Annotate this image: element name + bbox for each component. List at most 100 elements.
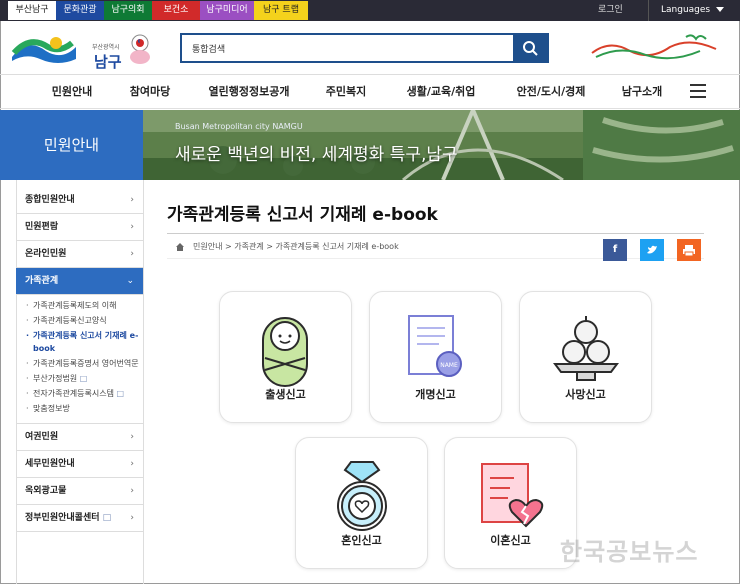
search-button[interactable] xyxy=(513,35,547,61)
top-utility-bar: 부산남구 문화관광 남구의회 보건소 남구미디어 남구 트랩 로그인 Langu… xyxy=(0,0,740,21)
card-birth-report[interactable]: 출생신고 xyxy=(219,291,352,423)
chevron-right-icon: › xyxy=(130,195,134,205)
section-banner: 민원안내 Busan Metropolitan city NAMGU 새로운 백… xyxy=(0,110,740,180)
slogan-logo-icon xyxy=(591,34,717,60)
chevron-right-icon: › xyxy=(130,459,134,469)
gnb-life-education[interactable]: 생활/교육/취업 xyxy=(394,75,488,109)
lnb-item-handbook[interactable]: 민원편람 › xyxy=(16,214,143,241)
mascot-icon xyxy=(130,34,150,64)
gnb-about-namgu[interactable]: 남구소개 xyxy=(612,75,672,109)
external-link-icon: □ xyxy=(79,374,88,383)
lnb-item-family[interactable]: 가족관계 ⌄ xyxy=(16,268,143,295)
lnb-item-call-center[interactable]: 정부민원안내콜센터 □ › xyxy=(16,505,143,532)
lnb-label: 종합민원안내 xyxy=(25,195,75,205)
submenu-item-current[interactable]: 가족관계등록 신고서 기재례 e-book xyxy=(26,329,143,355)
language-label: Languages xyxy=(661,5,711,15)
card-name-change-report[interactable]: NAME 개명신고 xyxy=(369,291,502,423)
card-label: 출생신고 xyxy=(265,388,306,401)
login-link[interactable]: 로그인 xyxy=(598,0,623,21)
lnb-item-general-guide[interactable]: 종합민원안내 › xyxy=(16,187,143,214)
site-header: 부산광역시 남구 통합검색 xyxy=(0,21,740,75)
banner-image: Busan Metropolitan city NAMGU 새로운 백년의 비전… xyxy=(143,110,740,180)
submenu-item[interactable]: 부산가정법원 □ xyxy=(26,372,143,385)
lnb-label: 정부민원안내콜센터 xyxy=(25,513,100,523)
lnb-item-tax[interactable]: 세무민원안내 › xyxy=(16,451,143,478)
wedding-ring-icon xyxy=(337,461,387,531)
chevron-down-icon: ⌄ xyxy=(126,276,134,286)
card-divorce-report[interactable]: 이혼신고 xyxy=(444,437,577,569)
card-death-report[interactable]: 사망신고 xyxy=(519,291,652,423)
submenu-label: 전자가족관계등록시스템 xyxy=(33,389,114,398)
chevron-right-icon: › xyxy=(130,513,134,523)
facebook-share-button[interactable]: f xyxy=(603,239,627,261)
gnb-welfare[interactable]: 주민복지 xyxy=(316,75,376,109)
lnb-item-outdoor-ad[interactable]: 옥외광고물 › xyxy=(16,478,143,505)
logo-subtitle: 부산광역시 xyxy=(92,44,120,51)
quicklink-busan-namgu[interactable]: 부산남구 xyxy=(8,1,56,20)
lnb-label: 가족관계 xyxy=(25,276,59,286)
svg-text:NAME: NAME xyxy=(440,362,458,369)
lnb-item-passport[interactable]: 여권민원 › xyxy=(16,424,143,451)
side-navigation: 종합민원안내 › 민원편람 › 온라인민원 › 가족관계 ⌄ 가족관계등록제도의 이해 … xyxy=(16,187,143,532)
gnb-participation[interactable]: 참여마당 xyxy=(118,75,182,109)
content-divider xyxy=(143,180,144,584)
logo-mark-icon xyxy=(11,37,76,63)
quicklink-council[interactable]: 남구의회 xyxy=(104,1,152,20)
watermark: 한국공보뉴스 xyxy=(560,538,699,566)
broken-heart-document-icon xyxy=(481,463,544,528)
submenu-item[interactable]: 가족관계등록제도의 이해 xyxy=(26,299,143,312)
submenu-item[interactable]: 전자가족관계등록시스템 □ xyxy=(26,387,143,400)
banner-title-box: 민원안내 xyxy=(0,110,143,180)
breadcrumb-text: 민원안내 > 가족관계 > 가족관계등록 신고서 기재례 e-book xyxy=(193,242,399,251)
external-link-icon: □ xyxy=(116,389,125,398)
chevron-down-icon xyxy=(716,7,725,12)
lnb-label: 온라인민원 xyxy=(25,249,67,259)
submenu-item[interactable]: 맞춤정보방 xyxy=(26,402,143,415)
offering-apples-icon xyxy=(553,316,619,381)
chevron-right-icon: › xyxy=(130,249,134,259)
name-certificate-icon: NAME xyxy=(408,315,462,377)
lnb-label: 여권민원 xyxy=(25,432,59,442)
lnb-item-online[interactable]: 온라인민원 › xyxy=(16,241,143,268)
breadcrumb: 민원안내 > 가족관계 > 가족관계등록 신고서 기재례 e-book f xyxy=(167,233,704,261)
twitter-share-button[interactable] xyxy=(640,239,664,261)
card-label: 개명신고 xyxy=(415,388,456,401)
print-icon xyxy=(683,245,695,257)
main-navigation: 민원안내 참여마당 열린행정정보공개 주민복지 생활/교육/취업 안전/도시/경… xyxy=(0,75,740,109)
site-logo[interactable]: 부산광역시 남구 xyxy=(10,31,158,71)
lnb-label: 옥외광고물 xyxy=(25,486,67,496)
section-title: 민원안내 xyxy=(43,136,100,154)
gnb-civil-service[interactable]: 민원안내 xyxy=(40,75,104,109)
home-icon[interactable] xyxy=(175,242,185,252)
search-bar: 통합검색 xyxy=(180,33,549,63)
search-input[interactable]: 통합검색 xyxy=(192,42,225,55)
baby-icon xyxy=(262,317,308,387)
language-select[interactable]: Languages xyxy=(648,0,728,21)
banner-english-text: Busan Metropolitan city NAMGU xyxy=(175,122,303,131)
lnb-submenu: 가족관계등록제도의 이해 가족관계등록신고양식 가족관계등록 신고서 기재례 e… xyxy=(16,295,143,424)
submenu-item[interactable]: 가족관계등록신고양식 xyxy=(26,314,143,327)
lnb-label: 민원편람 xyxy=(25,222,59,232)
menu-icon[interactable] xyxy=(690,84,706,98)
chevron-right-icon: › xyxy=(130,432,134,442)
submenu-item[interactable]: 가족관계등록증명서 영어번역문 xyxy=(26,357,143,370)
logo-title: 남구 xyxy=(94,53,122,71)
submenu-label: 부산가정법원 xyxy=(33,374,78,383)
gnb-safety-city[interactable]: 안전/도시/경제 xyxy=(504,75,598,109)
banner-slogan: 새로운 백년의 비전, 세계평화 특구,남구 xyxy=(175,145,458,165)
card-label: 사망신고 xyxy=(565,388,606,401)
card-marriage-report[interactable]: 혼인신고 xyxy=(295,437,428,569)
print-button[interactable] xyxy=(677,239,701,261)
quicklink-media[interactable]: 남구미디어 xyxy=(200,1,254,20)
quicklink-culture-tour[interactable]: 문화관광 xyxy=(56,1,104,20)
lnb-label: 세무민원안내 xyxy=(25,459,75,469)
quicklink-health-center[interactable]: 보건소 xyxy=(152,1,200,20)
gnb-open-admin[interactable]: 열린행정정보공개 xyxy=(200,75,298,109)
card-label: 이혼신고 xyxy=(490,534,531,547)
page-title: 가족관계등록 신고서 기재례 e-book xyxy=(167,205,438,225)
card-label: 혼인신고 xyxy=(341,534,382,547)
quicklink-trap[interactable]: 남구 트랩 xyxy=(254,1,308,20)
external-link-icon: □ xyxy=(102,513,112,523)
twitter-icon xyxy=(647,245,657,254)
search-icon xyxy=(523,41,538,56)
